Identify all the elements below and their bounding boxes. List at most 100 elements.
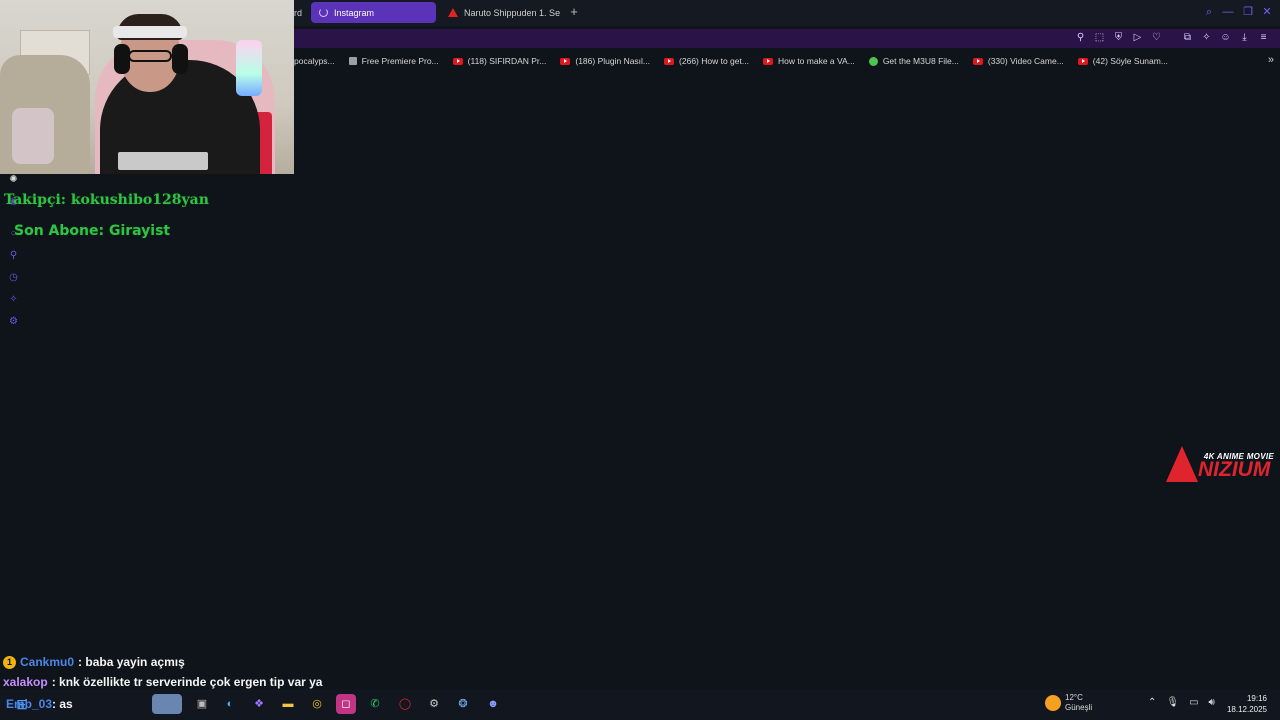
extensions-icon[interactable]: ✧ <box>7 293 20 306</box>
system-tray: ⌃ 🎙︎ ▭ 🔊︎ <box>1148 697 1215 708</box>
translate-icon[interactable]: ⧉ <box>1181 31 1194 45</box>
chat-username: Cankmu0 <box>20 655 75 669</box>
bookmark-item[interactable]: (186) Plugin Nasıl... <box>560 56 650 66</box>
chatgpt-icon[interactable]: ✺ <box>7 173 20 186</box>
tab-label: Naruto Shippuden 1. Sezo <box>464 7 560 18</box>
bookmark-label: Get the M3U8 File... <box>882 56 959 66</box>
headset-ear-left <box>114 44 130 74</box>
youtube-icon <box>762 57 773 65</box>
chevron-up-icon[interactable]: ⌃ <box>1148 697 1156 708</box>
last-subscriber-text: Son Abone: Girayist <box>14 223 171 239</box>
bookmark-item[interactable]: (266) How to get... <box>664 56 749 66</box>
chat-overlay: 1 Cankmu0 : baba yayin açmış xalakop : k… <box>3 652 603 692</box>
volume-icon[interactable]: 🔊︎ <box>1209 697 1215 708</box>
bookmark-label: (330) Video Came... <box>987 56 1064 66</box>
bookmark-label: (266) How to get... <box>679 56 749 66</box>
anizium-logo: 4K ANIME MOVIE NIZIUM <box>1166 446 1278 486</box>
webcam-overlay <box>0 0 294 174</box>
bookmark-item[interactable]: (330) Video Came... <box>972 56 1064 66</box>
clock-time: 19:16 <box>1246 694 1267 703</box>
edge-icon[interactable]: ◐ <box>220 694 240 714</box>
minimize-icon[interactable]: — <box>1220 4 1236 20</box>
glasses <box>128 50 172 62</box>
bookmark-item[interactable]: Get the M3U8 File... <box>868 56 959 66</box>
chat-text: : as <box>52 697 73 711</box>
shirt-print <box>118 152 208 170</box>
bookmark-label: pocalyps... <box>294 56 335 66</box>
chat-message: Emb_03: as <box>6 697 73 711</box>
green-circle-icon <box>868 56 878 66</box>
tab-instagram[interactable]: Instagram <box>311 2 436 23</box>
pin-icon[interactable]: ⚲ <box>1074 31 1087 45</box>
whatsapp-icon[interactable]: ✆ <box>365 694 385 714</box>
windows-taskbar: ⊞ Emb_03: as ▣ ◐ ❖ ▬ ◎ ◻ ✆ ◯ ⚙ ❂ ☻ 12°C … <box>0 689 1280 720</box>
bookmark-label: (118) SIFIRDAN Pr... <box>467 56 547 66</box>
bookmarks-bar: pocalyps... Free Premiere Pro... (118) S… <box>294 52 1280 70</box>
sun-icon <box>1045 695 1061 711</box>
chat-text: : knk özellikte tr serverinde çok ergen … <box>51 675 323 689</box>
last-follower-text: Takipçi: kokushibo128yan <box>4 192 209 208</box>
clock-date: 18.12.2025 <box>1226 705 1267 714</box>
tab-naruto[interactable]: Naruto Shippuden 1. Sezo <box>440 2 560 23</box>
generic-icon <box>348 57 357 65</box>
chat-text: : baba yayin açmış <box>78 655 185 669</box>
webcam-cup <box>12 108 54 164</box>
youtube-icon <box>664 57 675 65</box>
history-icon[interactable]: ◷ <box>7 271 20 284</box>
file-explorer-icon[interactable]: ▬ <box>278 694 298 714</box>
tab-partial[interactable]: rd <box>294 2 310 23</box>
screenshot-icon[interactable]: ⬚ <box>1093 31 1106 45</box>
youtube-icon <box>972 57 983 65</box>
restore-icon[interactable]: ❐ <box>1240 4 1256 20</box>
new-tab-button[interactable]: + <box>566 4 582 20</box>
menu-icon[interactable]: ≡ <box>1257 31 1270 45</box>
search-tabs-icon[interactable]: ⌕ <box>1201 4 1217 20</box>
bookmark-label: (186) Plugin Nasıl... <box>575 56 651 66</box>
profile-icon[interactable]: ☺ <box>1219 31 1232 45</box>
settings-icon[interactable]: ⚙ <box>7 315 20 328</box>
shield-icon[interactable]: ⛨ <box>1112 31 1125 45</box>
download-icon[interactable]: ⤓ <box>1238 31 1251 45</box>
weather-desc: Güneşli <box>1065 703 1093 712</box>
chrome-icon[interactable]: ◎ <box>307 694 327 714</box>
bookmark-label: (42) Söyle Sunam... <box>1092 56 1168 66</box>
bookmark-item[interactable]: (118) SIFIRDAN Pr... <box>452 56 547 66</box>
bookmark-item[interactable]: pocalyps... <box>294 56 335 66</box>
network-icon[interactable]: ▭ <box>1189 697 1198 708</box>
play-icon[interactable]: ▷ <box>1131 31 1144 45</box>
widget-thumbnail-icon[interactable] <box>152 694 182 714</box>
app-icon[interactable]: ⚙ <box>424 694 444 714</box>
discord-icon[interactable]: ☻ <box>483 694 503 714</box>
close-icon[interactable]: ✕ <box>1259 4 1275 20</box>
pin-icon[interactable]: ⚲ <box>7 249 20 262</box>
opera-icon[interactable]: ◯ <box>395 694 415 714</box>
chat-username: xalakop <box>3 675 48 689</box>
bookmark-item[interactable]: (42) Söyle Sunam... <box>1077 56 1168 66</box>
bookmark-label: How to make a VA... <box>777 56 855 66</box>
chat-badge: 1 <box>3 655 16 669</box>
address-bar[interactable]: ⚲ ⬚ ⛨ ▷ ♡ ⧉ ✧ ☺ ⤓ ≡ <box>294 29 1280 48</box>
headset-ear-right <box>172 44 188 74</box>
extensions-icon[interactable]: ✧ <box>1200 31 1213 45</box>
bookmarks-overflow-icon[interactable]: » <box>1268 54 1274 66</box>
logo-a-mark <box>1166 446 1198 482</box>
instagram-icon[interactable]: ◻ <box>336 694 356 714</box>
bookmark-item[interactable]: Free Premiere Pro... <box>348 56 439 66</box>
desktop-screen: rd Instagram Naruto Shippuden 1. Sezo + … <box>0 0 1280 720</box>
steam-icon[interactable]: ❂ <box>453 694 473 714</box>
youtube-icon <box>1077 57 1088 65</box>
weather-temp: 12°C <box>1065 693 1083 702</box>
heart-icon[interactable]: ♡ <box>1150 31 1163 45</box>
clock[interactable]: 19:16 18.12.2025 <box>1227 693 1267 715</box>
weather-widget[interactable]: 12°C Güneşli <box>1045 693 1092 713</box>
youtube-icon <box>560 57 571 65</box>
microphone-icon[interactable]: 🎙︎ <box>1166 697 1179 708</box>
bookmark-item[interactable]: How to make a VA... <box>762 56 855 66</box>
copilot-icon[interactable]: ❖ <box>249 694 269 714</box>
tab-label: Instagram <box>334 7 375 18</box>
bookmark-label: Free Premiere Pro... <box>361 56 439 66</box>
task-view-icon[interactable]: ▣ <box>192 694 212 714</box>
anime-site-favicon-icon <box>448 8 458 17</box>
loading-spinner-icon <box>319 8 328 17</box>
weather-info: 12°C Güneşli <box>1065 693 1092 713</box>
